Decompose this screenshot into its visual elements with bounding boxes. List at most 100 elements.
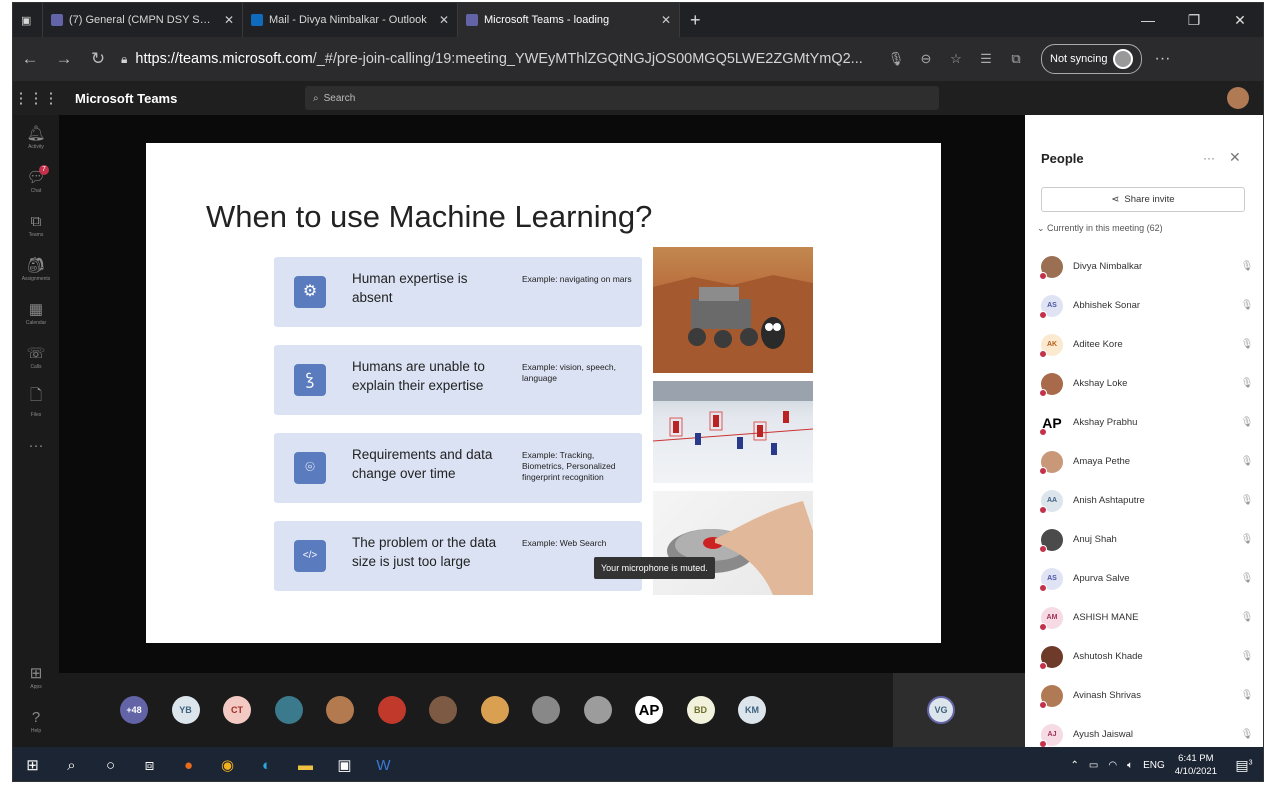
participant-row[interactable]: AA Anish Ashtaputre 🎙︎ bbox=[1039, 481, 1255, 520]
tab-actions-icon[interactable]: ▣ bbox=[13, 3, 43, 37]
strip-avatar[interactable] bbox=[274, 696, 303, 724]
lock-icon: 🔒︎ bbox=[121, 51, 128, 66]
word-icon[interactable]: W bbox=[364, 757, 403, 774]
participant-mic-muted-icon: 🎙︎ bbox=[1240, 378, 1254, 389]
participant-row[interactable]: Divya Nimbalkar 🎙︎ bbox=[1039, 247, 1255, 286]
strip-avatar[interactable] bbox=[377, 696, 406, 724]
meeting-section-header[interactable]: ⌄ Currently in this meeting (62) bbox=[1037, 223, 1163, 234]
people-close-icon[interactable]: ✕ bbox=[1229, 149, 1241, 166]
strip-avatar[interactable] bbox=[480, 696, 509, 724]
tab-title: Mail - Divya Nimbalkar - Outlook bbox=[269, 14, 427, 26]
restore-icon[interactable]: ❐ bbox=[1171, 12, 1217, 29]
forward-icon[interactable]: → bbox=[47, 49, 81, 69]
strip-avatar[interactable]: KM bbox=[738, 696, 766, 724]
clock[interactable]: 6:41 PM 4/10/2021 bbox=[1175, 752, 1217, 778]
participant-row[interactable]: AS Apurva Salve 🎙︎ bbox=[1039, 559, 1255, 598]
participant-avatar: AJ bbox=[1039, 723, 1063, 748]
rail-item-files[interactable]: 🗋︎ Files bbox=[13, 379, 59, 423]
participant-row[interactable]: Avinash Shrivas 🎙︎ bbox=[1039, 676, 1255, 715]
share-invite-button[interactable]: ⋖ Share invite bbox=[1041, 187, 1245, 212]
network-icon[interactable]: ◠ bbox=[1108, 760, 1117, 771]
strip-avatar[interactable]: AP bbox=[635, 696, 663, 724]
tab-close-icon[interactable]: ✕ bbox=[224, 13, 234, 27]
assignments-icon: 🎒︎ bbox=[26, 257, 46, 274]
people-panel: People ··· ✕ ⋖ Share invite ⌄ Currently … bbox=[1025, 115, 1263, 748]
rail-item-teams[interactable]: ⧉ Teams bbox=[13, 203, 59, 247]
strip-avatar[interactable] bbox=[532, 696, 560, 724]
slide-card-text: Human expertise is absent bbox=[352, 271, 468, 305]
close-window-icon[interactable]: ✕ bbox=[1217, 12, 1263, 29]
minimize-icon[interactable]: — bbox=[1125, 12, 1171, 29]
search-input[interactable]: ⌕ Search bbox=[305, 86, 939, 110]
tray-expand-icon[interactable]: ⌃ bbox=[1070, 760, 1078, 771]
rail-items: 🔔︎ Activity 7 💬︎ Chat ⧉ Teams 🎒︎ Assignments ▦ Cal… bbox=[13, 115, 59, 467]
new-tab-button[interactable]: + bbox=[680, 10, 711, 31]
collections-icon[interactable]: ⧉ bbox=[1001, 51, 1031, 67]
rail-item-calendar[interactable]: ▦ Calendar bbox=[13, 291, 59, 335]
participant-row[interactable]: Ashutosh Khade 🎙︎ bbox=[1039, 637, 1255, 676]
browser-tab[interactable]: (7) General (CMPN DSY SEM-III E ✕ bbox=[43, 3, 243, 37]
strip-avatar[interactable] bbox=[583, 696, 612, 724]
zoom-icon[interactable]: ⊖ bbox=[911, 51, 941, 67]
self-video-tile[interactable]: VG bbox=[893, 673, 1025, 747]
tab-close-icon[interactable]: ✕ bbox=[439, 13, 449, 27]
task-view-icon[interactable]: ⧈ bbox=[130, 757, 169, 774]
share-icon: ⋖ bbox=[1111, 194, 1120, 205]
mic-muted-tooltip: Your microphone is muted. bbox=[594, 557, 715, 579]
back-icon[interactable]: ← bbox=[13, 49, 47, 69]
browser-menu-icon[interactable]: ··· bbox=[1154, 50, 1170, 68]
rail-item-label: Teams bbox=[28, 231, 44, 238]
participant-row[interactable]: Anuj Shah 🎙︎ bbox=[1039, 520, 1255, 559]
tab-title: Microsoft Teams - loading bbox=[484, 14, 610, 26]
strip-avatar[interactable]: BD bbox=[686, 696, 715, 724]
user-avatar[interactable] bbox=[1227, 87, 1249, 109]
rail-item-help[interactable]: ? Help bbox=[13, 699, 59, 743]
rail-item-activity[interactable]: 🔔︎ Activity bbox=[13, 115, 59, 159]
participant-name: Anish Ashtaputre bbox=[1073, 495, 1145, 506]
rail-item-more[interactable]: ··· bbox=[13, 423, 59, 467]
strip-avatar[interactable] bbox=[429, 696, 457, 724]
battery-icon[interactable]: ▭ bbox=[1089, 760, 1098, 771]
sync-button[interactable]: Not syncing bbox=[1041, 44, 1143, 74]
volume-icon[interactable]: 🔈︎ bbox=[1127, 760, 1133, 771]
participant-row[interactable]: Amaya Pethe 🎙︎ bbox=[1039, 442, 1255, 481]
people-more-icon[interactable]: ··· bbox=[1203, 151, 1215, 165]
rail-item-chat[interactable]: 💬︎ Chat bbox=[13, 159, 59, 203]
mic-permission-icon[interactable]: 🎙︎ bbox=[881, 51, 911, 67]
strip-avatar[interactable]: CT bbox=[223, 696, 251, 724]
participant-row[interactable]: Akshay Loke 🎙︎ bbox=[1039, 364, 1255, 403]
browser-tab[interactable]: Mail - Divya Nimbalkar - Outlook ✕ bbox=[243, 3, 458, 37]
meeting-stage: When to use Machine Learning? ⚙ Human exp… bbox=[59, 115, 1025, 673]
chrome-icon[interactable]: ◉ bbox=[208, 756, 247, 774]
participant-status-dot bbox=[1039, 271, 1047, 280]
favorites-icon[interactable]: ☰ bbox=[971, 51, 1001, 67]
file-explorer-icon[interactable]: ▬ bbox=[286, 757, 325, 774]
edge-icon[interactable]: ◐ bbox=[247, 757, 286, 774]
favorite-add-icon[interactable]: ☆ bbox=[941, 51, 971, 67]
windows-start-icon[interactable]: ⊞ bbox=[13, 756, 52, 774]
participant-row[interactable]: AS Abhishek Sonar 🎙︎ bbox=[1039, 286, 1255, 325]
rail-item-label: Calls bbox=[30, 364, 42, 370]
rail-item-apps[interactable]: ⊞ Apps bbox=[13, 655, 59, 699]
firefox-icon[interactable]: ● bbox=[169, 757, 208, 774]
participant-row[interactable]: AP Akshay Prabhu 🎙︎ bbox=[1039, 403, 1255, 442]
cortana-icon[interactable]: ○ bbox=[91, 757, 130, 774]
strip-avatar[interactable]: +48 bbox=[120, 696, 148, 724]
browser-tab[interactable]: Microsoft Teams - loading ✕ bbox=[458, 3, 680, 37]
language-indicator[interactable]: ENG bbox=[1143, 760, 1165, 771]
store-icon[interactable]: ▣ bbox=[325, 756, 364, 774]
slide-card-example: Example: Web Search bbox=[522, 538, 607, 548]
participant-row[interactable]: AM ASHISH MANE 🎙︎ bbox=[1039, 598, 1255, 637]
tab-close-icon[interactable]: ✕ bbox=[661, 13, 671, 27]
url-field[interactable]: 🔒︎ https://teams.microsoft.com/_#/pre-jo… bbox=[121, 51, 881, 67]
refresh-icon[interactable]: ↻ bbox=[81, 49, 115, 69]
app-launcher-icon[interactable]: ⋮⋮⋮ bbox=[13, 89, 59, 107]
taskbar-search-icon[interactable]: ⌕ bbox=[52, 757, 91, 774]
participant-row[interactable]: AK Aditee Kore 🎙︎ bbox=[1039, 325, 1255, 364]
strip-avatar[interactable]: YB bbox=[171, 696, 200, 724]
rail-item-calls[interactable]: ☏ Calls bbox=[13, 335, 59, 379]
rail-item-assignments[interactable]: 🎒︎ Assignments bbox=[13, 247, 59, 291]
self-avatar: VG bbox=[927, 696, 955, 724]
notifications-icon[interactable]: ▤3 bbox=[1231, 757, 1257, 774]
strip-avatar[interactable] bbox=[326, 696, 354, 724]
